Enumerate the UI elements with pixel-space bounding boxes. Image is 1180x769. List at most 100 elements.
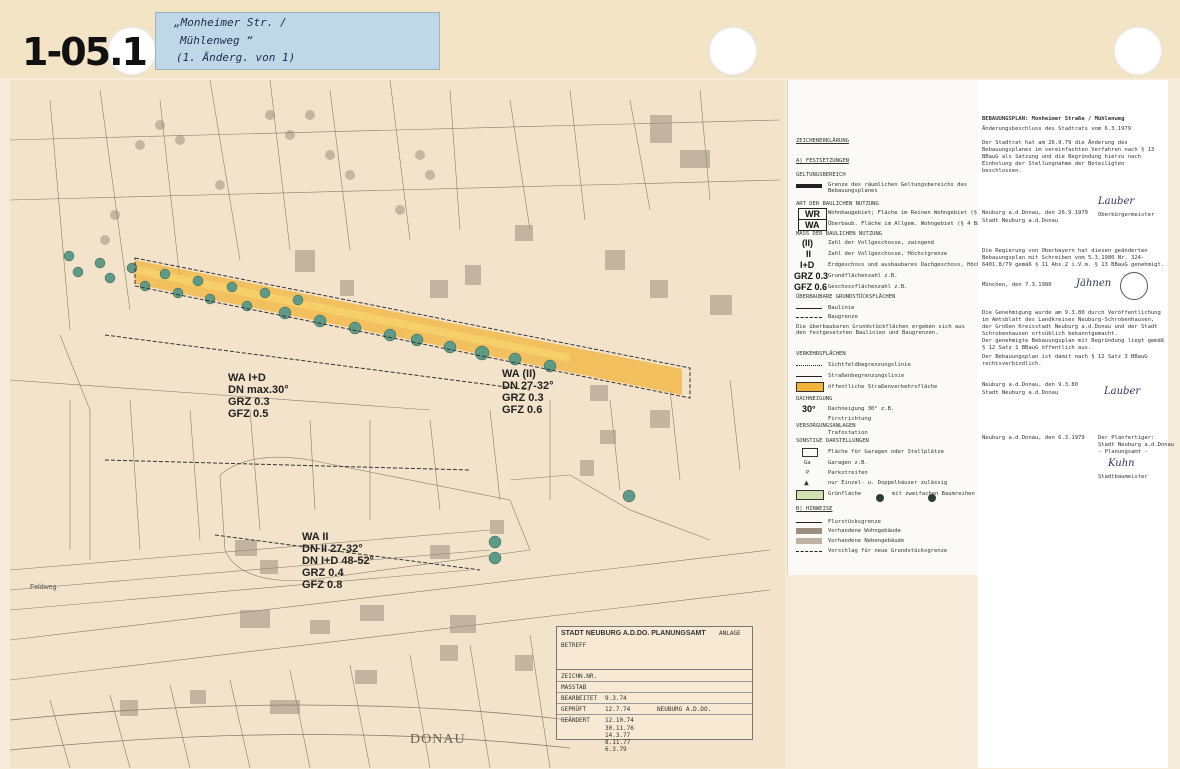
drawing-no-label: ZEICHN.NR. [561, 673, 598, 680]
signature: Lauber [1098, 196, 1135, 207]
tree-icon [876, 494, 884, 502]
changed-extra: 30.11.76 [605, 725, 634, 732]
building-line-symbol [796, 308, 822, 309]
label-line: „Monheimer Str. / [174, 16, 287, 29]
signature: Jähnen [1076, 278, 1112, 289]
changed-extra: 14.3.77 [605, 732, 631, 739]
traffic-3: öffentliche Straßenverkehrsfläche [828, 384, 938, 390]
building-note: Die überbaubaren Grundstückflächen ergeb… [796, 324, 965, 336]
plan-label-card: „Monheimer Str. / Mühlenweg “ (1. Änderg… [155, 12, 440, 70]
txt-ii-circ: Zahl der Vollgeschosse, zwingend [828, 240, 934, 246]
attachment-label: ANLAGE [719, 630, 741, 637]
checked-date: 12.7.74 [605, 706, 631, 713]
zone-label-2: WA (II) DN 27-32° GRZ 0.3 GFZ 0.6 [502, 368, 553, 416]
procedure-p2: Die Regierung von Oberbayern hat diesen … [982, 248, 1165, 268]
punch-hole [708, 26, 758, 76]
official-seal [1120, 272, 1148, 300]
plan-number: 1-05.1 [22, 30, 148, 74]
zone-label-1: WA I+D DN max.30° GRZ 0.3 GFZ 0.5 [228, 372, 289, 420]
sym-ii-circ: (II) [802, 238, 813, 248]
changed-date: 12.10.74 [605, 717, 634, 724]
mayor-title: Oberbürgermeister [1098, 212, 1155, 218]
sym-id: I+D [800, 260, 815, 270]
p-text: Parkstreifen [828, 470, 868, 476]
scale-label: MASSTAB [561, 684, 587, 691]
hints-heading: B) HINWEISE [796, 506, 833, 512]
garage-text: Fläche für Garagen oder Stellplätze [828, 449, 944, 455]
wa-text: Überbaub. Fläche im Allgem. Wohngebiet (… [828, 221, 994, 227]
planner-line-2: Stadt Neuburg a.d.Donau [1098, 442, 1175, 448]
sym-grz: GRZ 0.3 [794, 271, 829, 281]
office-name: STADT NEUBURG A.D.DO. PLANUNGSAMT [561, 630, 706, 637]
signature: Lauber [1104, 386, 1141, 397]
legend-heading: ZEICHENERKLÄRUNG [796, 138, 849, 144]
legend-section-a: A) FESTSETZUNGEN [796, 158, 849, 164]
legend-panel: ZEICHENERKLÄRUNG A) FESTSETZUNGEN GELTUN… [787, 80, 1007, 575]
place-date-2: München, den 7.3.1980 [982, 282, 1052, 288]
existing-side-text: Vorhandene Nebengebäude [828, 538, 905, 544]
txt-gfz: Geschossflächenzahl z.B. [828, 284, 908, 290]
supply-heading: VERSORGUNGSANLAGEN [796, 423, 856, 429]
procedure-panel: BEBAUUNGSPLAN: Monheimer Straße / Mühlen… [978, 80, 1174, 768]
planner-line-3: - Planungsamt - [1098, 449, 1148, 455]
amendment-decision: Änderungsbeschluss des Stadtrats vom 6.3… [982, 126, 1132, 132]
zone-line: GFZ 0.8 [302, 579, 343, 591]
traffic-1: Sichtfeldbegrenzungslinie [828, 362, 911, 368]
txt-ii: Zahl der Vollgeschosse, Höchstgrenze [828, 251, 948, 257]
procedure-p5: Der Bebauungsplan ist damit nach § 12 Sa… [982, 354, 1148, 367]
punch-hole [1113, 26, 1163, 76]
roof-text: Dachneigung 30° z.B. [828, 406, 895, 412]
street-label: Feldweg [30, 584, 57, 591]
building-limit-symbol [796, 317, 822, 318]
zone-line: GRZ 0.3 [502, 392, 544, 404]
notes-heading: SONSTIGE DARSTELLUNGEN [796, 438, 869, 444]
tree-icon [928, 494, 936, 502]
parcel-symbol [796, 522, 822, 523]
legend-use-heading: ART DER BAULICHEN NUTZUNG [796, 201, 879, 207]
title-block: STADT NEUBURG A.D.DO. PLANUNGSAMT ANLAGE… [556, 626, 753, 753]
traffic-symbol [796, 365, 822, 366]
signature: Kuhn [1108, 458, 1135, 469]
zone-line: DN 27-32° [502, 380, 554, 392]
split-symbol [796, 551, 822, 552]
ga-symbol: Ga [804, 460, 811, 466]
garage-symbol [802, 448, 818, 457]
transform-text: Trafostation [828, 430, 868, 436]
planner-role: Stadtbaumeister [1098, 474, 1148, 480]
procedure-p1: Der Stadtrat hat am 26.9.79 die Änderung… [982, 140, 1155, 174]
roof-heading: DACHNEIGUNG [796, 396, 833, 402]
measure-heading: MASS DER BAULICHEN NUTZUNG [796, 231, 883, 237]
processed-date: 9.3.74 [605, 695, 627, 702]
label-line: Mühlenweg “ [180, 34, 253, 47]
plan-sheet: 1-05.1 „Monheimer Str. / Mühlenweg “ (1.… [0, 0, 1180, 769]
zone-line: WA (II) [502, 368, 536, 380]
changed-label: GEÄNDERT [561, 717, 590, 724]
house-text: nur Einzel- u. Doppelhäuser zulässig [828, 480, 948, 486]
checked-place: NEUBURG A.D.DO. [657, 706, 712, 713]
label-line: (1. Änderg. von 1) [176, 51, 296, 64]
legend-boundary-heading: GELTUNGSBEREICH [796, 172, 846, 178]
zone-line: GFZ 0.6 [502, 404, 543, 416]
boundary-line [104, 257, 691, 571]
sym-gfz: GFZ 0.6 [794, 282, 828, 292]
changed-extra: 6.3.79 [605, 746, 627, 753]
wa-symbol: WA [798, 219, 827, 231]
legend-boundary-text: Grenze des räumlichen Geltungsbereichs d… [828, 182, 968, 194]
split-text: Vorschlag für neue Grundstücksgrenze [828, 548, 948, 554]
existing-res-text: Vorhandene Wohngebäude [828, 528, 901, 534]
sym-ii: II [806, 249, 812, 259]
zone-line: GRZ 0.4 [302, 567, 344, 579]
city-3: Stadt Neuburg a.d.Donau [982, 390, 1059, 396]
zone-line: DN II 27-32° [302, 543, 363, 555]
direction-text: Firstrichtung [828, 416, 872, 422]
zone-line: GFZ 0.5 [228, 408, 269, 420]
traffic-symbol [796, 376, 822, 377]
processed-label: BEARBEITET [561, 695, 598, 702]
checked-label: GEPRÜFT [561, 706, 587, 713]
zone-line: DN I+D 48-52° [302, 555, 374, 567]
residential-symbol [796, 528, 822, 534]
river-label: DONAU [410, 732, 466, 747]
triangle-icon: ▲ [804, 478, 809, 487]
place-date-4: Neuburg a.d.Donau, den 6.3.1979 [982, 435, 1085, 441]
planner-line-1: Der Planfertiger: [1098, 435, 1155, 441]
